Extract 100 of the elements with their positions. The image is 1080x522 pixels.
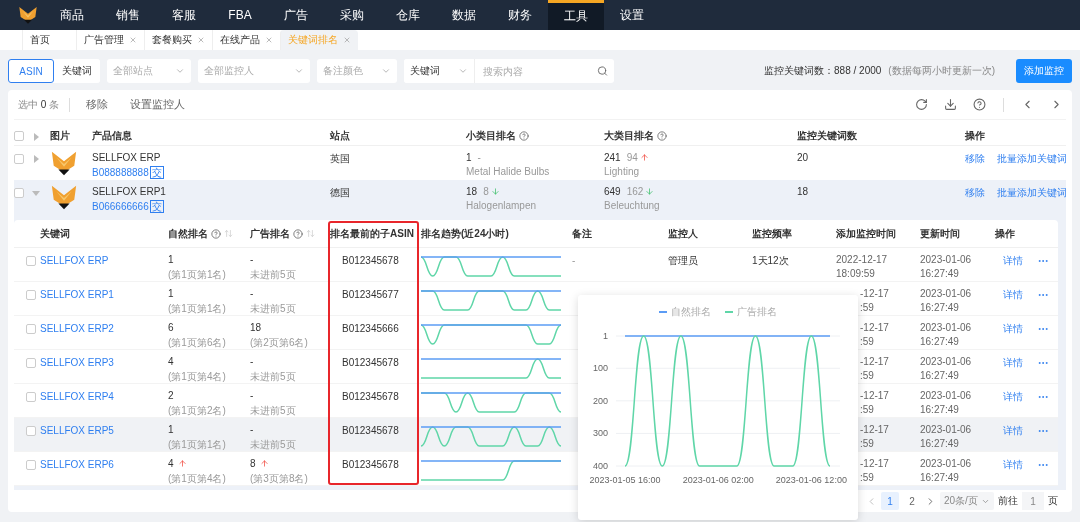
keyword-link[interactable]: SELLFOX ERP2	[40, 323, 114, 334]
nav-item[interactable]: 数据	[436, 0, 492, 30]
checkbox[interactable]	[26, 358, 36, 368]
keyword-link[interactable]: SELLFOX ERP4	[40, 391, 114, 402]
filter-dropdown[interactable]: 备注颜色	[317, 59, 397, 83]
expand-icon[interactable]	[32, 133, 40, 141]
sort-icon[interactable]	[306, 229, 315, 238]
product-name: SELLFOX ERP1	[92, 186, 167, 197]
detail-link[interactable]: 详情	[1003, 390, 1023, 404]
sort-icon[interactable]	[224, 229, 233, 238]
rank-detail: (第1页第1名)	[168, 438, 227, 452]
asin-text: B012345666	[342, 323, 399, 334]
rank-detail: (第1页第1名)	[168, 302, 227, 316]
download-icon[interactable]	[944, 98, 957, 111]
chevron-down-icon[interactable]	[175, 66, 185, 76]
fox-logo-icon	[18, 5, 38, 25]
checkbox[interactable]	[14, 188, 24, 198]
nav-item[interactable]: 仓库	[380, 0, 436, 30]
nav-item[interactable]: 广告	[268, 0, 324, 30]
collapse-icon[interactable]	[32, 189, 40, 197]
asin-link[interactable]: B066666666	[92, 201, 149, 212]
rank-detail: (第2页第6名)	[250, 336, 309, 350]
column-header: 更新时间	[920, 226, 960, 241]
updated-time: 2023-01-06	[920, 424, 973, 435]
x-tick-label: 2023-01-06 12:00	[775, 475, 847, 485]
nav-item[interactable]: 销售	[100, 0, 156, 30]
checkbox[interactable]	[14, 154, 24, 164]
detail-link[interactable]: 详情	[1003, 254, 1023, 268]
chevron-down-icon[interactable]	[294, 66, 304, 76]
asin-badge[interactable]: 交	[149, 200, 164, 213]
keyword-link[interactable]: SELLFOX ERP3	[40, 357, 114, 368]
close-icon[interactable]	[129, 36, 137, 44]
filter-dropdown[interactable]: 全部监控人	[198, 59, 310, 83]
row-action-link[interactable]: 批量添加关键词	[997, 152, 1067, 166]
checkbox[interactable]	[14, 130, 24, 141]
expand-icon[interactable]	[32, 155, 40, 163]
legend-item[interactable]: 广告排名	[725, 305, 777, 319]
close-icon[interactable]	[265, 36, 273, 44]
row-action-link[interactable]: 批量添加关键词	[997, 186, 1067, 200]
added-time: :59	[860, 370, 875, 381]
nav-item[interactable]: 财务	[492, 0, 548, 30]
keyword-link[interactable]: SELLFOX ERP1	[40, 289, 114, 300]
rank-value: 18	[250, 322, 262, 333]
mode-toggle[interactable]: ASIN	[8, 59, 54, 83]
asin-badge[interactable]: 交	[149, 166, 164, 179]
page-size-dropdown[interactable]: 20条/页	[940, 492, 994, 510]
added-time: :59	[860, 336, 875, 347]
row-action-link[interactable]: 移除	[965, 186, 985, 200]
chevron-down-icon[interactable]	[458, 66, 468, 76]
legend-item[interactable]: 自然排名	[659, 305, 711, 319]
added-time: -12-17	[860, 424, 890, 435]
detail-link[interactable]: 详情	[1003, 322, 1023, 336]
chevron-down-icon[interactable]	[381, 66, 391, 76]
nav-item[interactable]: 客服	[156, 0, 212, 30]
nav-item[interactable]: 商品	[44, 0, 100, 30]
help-icon[interactable]	[211, 228, 221, 239]
close-icon[interactable]	[197, 36, 205, 44]
help-icon[interactable]	[519, 130, 529, 141]
nav-item[interactable]: 设置	[604, 0, 660, 30]
detail-link[interactable]: 详情	[1003, 288, 1023, 302]
rank-detail: 未进前5页	[250, 438, 297, 452]
keyword-link[interactable]: SELLFOX ERP6	[40, 459, 114, 470]
keyword-link[interactable]: SELLFOX ERP	[40, 255, 109, 266]
search-field[interactable]: 搜索内容	[474, 59, 614, 83]
checkbox[interactable]	[26, 426, 36, 436]
toolbar-action[interactable]: 设置监控人	[124, 97, 192, 112]
rank-value: 649	[604, 186, 621, 197]
keyword-count: 20	[797, 152, 810, 163]
checkbox[interactable]	[26, 324, 36, 334]
toolbar-action[interactable]: 移除	[80, 97, 115, 112]
refresh-icon[interactable]	[915, 98, 928, 111]
checkbox[interactable]	[26, 460, 36, 470]
help-icon[interactable]	[973, 98, 986, 111]
category-name: Lighting	[604, 166, 641, 177]
help-icon[interactable]	[657, 130, 667, 141]
search-icon[interactable]	[597, 65, 608, 77]
checkbox[interactable]	[26, 290, 36, 300]
updated-time: 16:27:49	[920, 404, 960, 415]
close-icon[interactable]	[343, 36, 351, 44]
row-action-link[interactable]: 移除	[965, 152, 985, 166]
help-icon[interactable]	[293, 228, 303, 239]
y-tick-label: 400	[592, 461, 608, 471]
add-monitor-button[interactable]: 添加监控	[1016, 59, 1072, 83]
nav-item[interactable]: 采购	[324, 0, 380, 30]
search-input[interactable]: 搜索内容	[481, 64, 598, 78]
checkbox[interactable]	[26, 256, 36, 266]
page-number[interactable]: 2	[903, 492, 921, 510]
keyword-link[interactable]: SELLFOX ERP5	[40, 425, 114, 436]
monitor-name: 管理员	[668, 255, 698, 266]
detail-link[interactable]: 详情	[1003, 458, 1023, 472]
nav-item[interactable]: 工具	[548, 0, 604, 30]
checkbox[interactable]	[26, 392, 36, 402]
asin-link[interactable]: B088888888	[92, 167, 149, 178]
frequency-text: 1天12次	[752, 255, 789, 266]
nav-item[interactable]: FBA	[212, 0, 268, 30]
filter-dropdown[interactable]: 全部站点	[107, 59, 191, 83]
detail-link[interactable]: 详情	[1003, 424, 1023, 438]
page-number[interactable]: 1	[881, 492, 899, 510]
detail-link[interactable]: 详情	[1003, 356, 1023, 370]
goto-page-field[interactable]: 1	[1022, 492, 1044, 510]
